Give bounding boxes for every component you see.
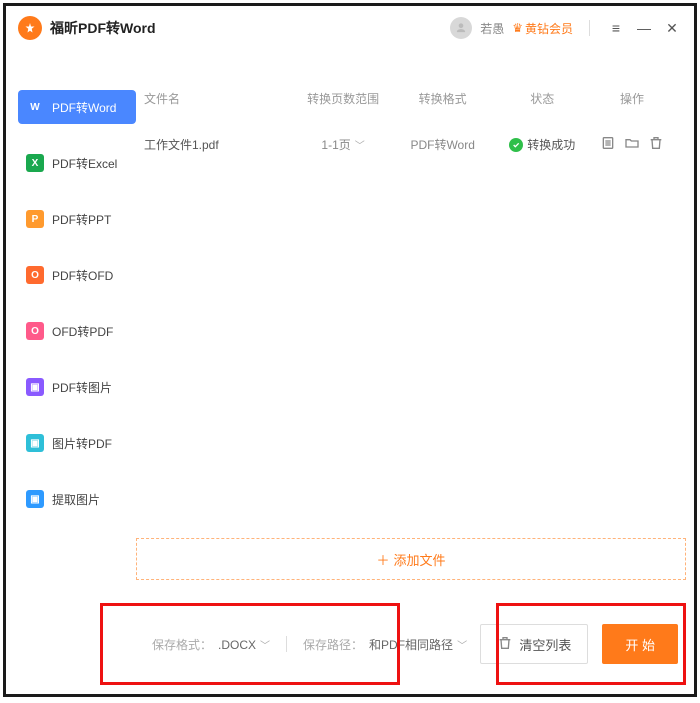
sidebar-item-label: 提取图片 (52, 491, 100, 508)
format-icon: P (26, 210, 44, 228)
avatar-icon[interactable] (450, 17, 472, 39)
sidebar-item-label: PDF转OFD (52, 267, 113, 284)
format-icon: O (26, 266, 44, 284)
member-link[interactable]: ♛ 黄钻会员 (512, 20, 573, 37)
save-format-label: 保存格式： (152, 636, 212, 653)
sidebar-item-5[interactable]: ▣ PDF转图片 (18, 370, 136, 404)
col-format: 转换格式 (393, 90, 493, 107)
trash-icon (497, 635, 513, 654)
cell-format: PDF转Word (393, 136, 493, 153)
app-logo-icon (18, 16, 42, 40)
divider (286, 636, 287, 652)
col-status: 状态 (492, 90, 592, 107)
table-row: 工作文件1.pdf1-1页﹀PDF转Word转换成功 (136, 121, 694, 168)
sidebar-item-label: PDF转Excel (52, 155, 117, 172)
clear-list-button[interactable]: 清空列表 (480, 624, 588, 664)
success-icon (509, 138, 523, 152)
format-icon: W (26, 98, 44, 116)
close-button[interactable]: ✕ (662, 20, 682, 37)
save-path-select[interactable]: 和PDF相同路径﹀ (369, 636, 467, 653)
footer: 保存格式： .DOCX﹀ 保存路径： 和PDF相同路径﹀ 清空列表 开 始 (136, 594, 694, 694)
app-title: 福昕PDF转Word (50, 18, 450, 38)
sidebar-item-label: PDF转图片 (52, 379, 112, 396)
save-format-select[interactable]: .DOCX﹀ (218, 637, 270, 652)
col-filename: 文件名 (144, 90, 293, 107)
cell-filename: 工作文件1.pdf (144, 136, 293, 153)
chevron-down-icon: ﹀ (355, 137, 365, 152)
sidebar-item-label: OFD转PDF (52, 323, 113, 340)
sidebar-item-3[interactable]: O PDF转OFD (18, 258, 136, 292)
sidebar-item-label: 图片转PDF (52, 435, 112, 452)
sidebar-item-4[interactable]: O OFD转PDF (18, 314, 136, 348)
table-header: 文件名 转换页数范围 转换格式 状态 操作 (136, 90, 694, 121)
sidebar-item-label: PDF转Word (52, 99, 116, 116)
save-path-label: 保存路径： (303, 636, 363, 653)
sidebar: W PDF转Word X PDF转Excel P PDF转PPT O PDF转OFD O OFD转… (6, 50, 136, 694)
plus-icon: ＋ (376, 550, 389, 569)
sidebar-item-2[interactable]: P PDF转PPT (18, 202, 136, 236)
detail-icon[interactable] (600, 135, 616, 154)
sidebar-item-0[interactable]: W PDF转Word (18, 90, 136, 124)
user-name[interactable]: 若愚 (480, 20, 504, 37)
start-button[interactable]: 开 始 (602, 624, 678, 664)
format-icon: ▣ (26, 434, 44, 452)
menu-icon[interactable]: ≡ (606, 20, 626, 36)
divider (589, 20, 590, 36)
format-icon: ▣ (26, 490, 44, 508)
cell-status: 转换成功 (492, 136, 592, 153)
folder-icon[interactable] (624, 135, 640, 154)
titlebar: 福昕PDF转Word 若愚 ♛ 黄钻会员 ≡ — ✕ (6, 6, 694, 50)
cell-pages[interactable]: 1-1页﹀ (293, 136, 393, 153)
sidebar-item-label: PDF转PPT (52, 211, 111, 228)
crown-icon: ♛ (512, 21, 523, 35)
format-icon: X (26, 154, 44, 172)
add-file-button[interactable]: ＋ 添加文件 (136, 538, 686, 580)
main-panel: 文件名 转换页数范围 转换格式 状态 操作 工作文件1.pdf1-1页﹀PDF转… (136, 50, 694, 694)
col-ops: 操作 (592, 90, 672, 107)
format-icon: O (26, 322, 44, 340)
chevron-down-icon: ﹀ (457, 637, 467, 652)
sidebar-item-7[interactable]: ▣ 提取图片 (18, 482, 136, 516)
chevron-down-icon: ﹀ (260, 637, 270, 652)
sidebar-item-6[interactable]: ▣ 图片转PDF (18, 426, 136, 460)
trash-icon[interactable] (648, 135, 664, 154)
col-pages: 转换页数范围 (293, 90, 393, 107)
minimize-button[interactable]: — (634, 20, 654, 36)
format-icon: ▣ (26, 378, 44, 396)
sidebar-item-1[interactable]: X PDF转Excel (18, 146, 136, 180)
